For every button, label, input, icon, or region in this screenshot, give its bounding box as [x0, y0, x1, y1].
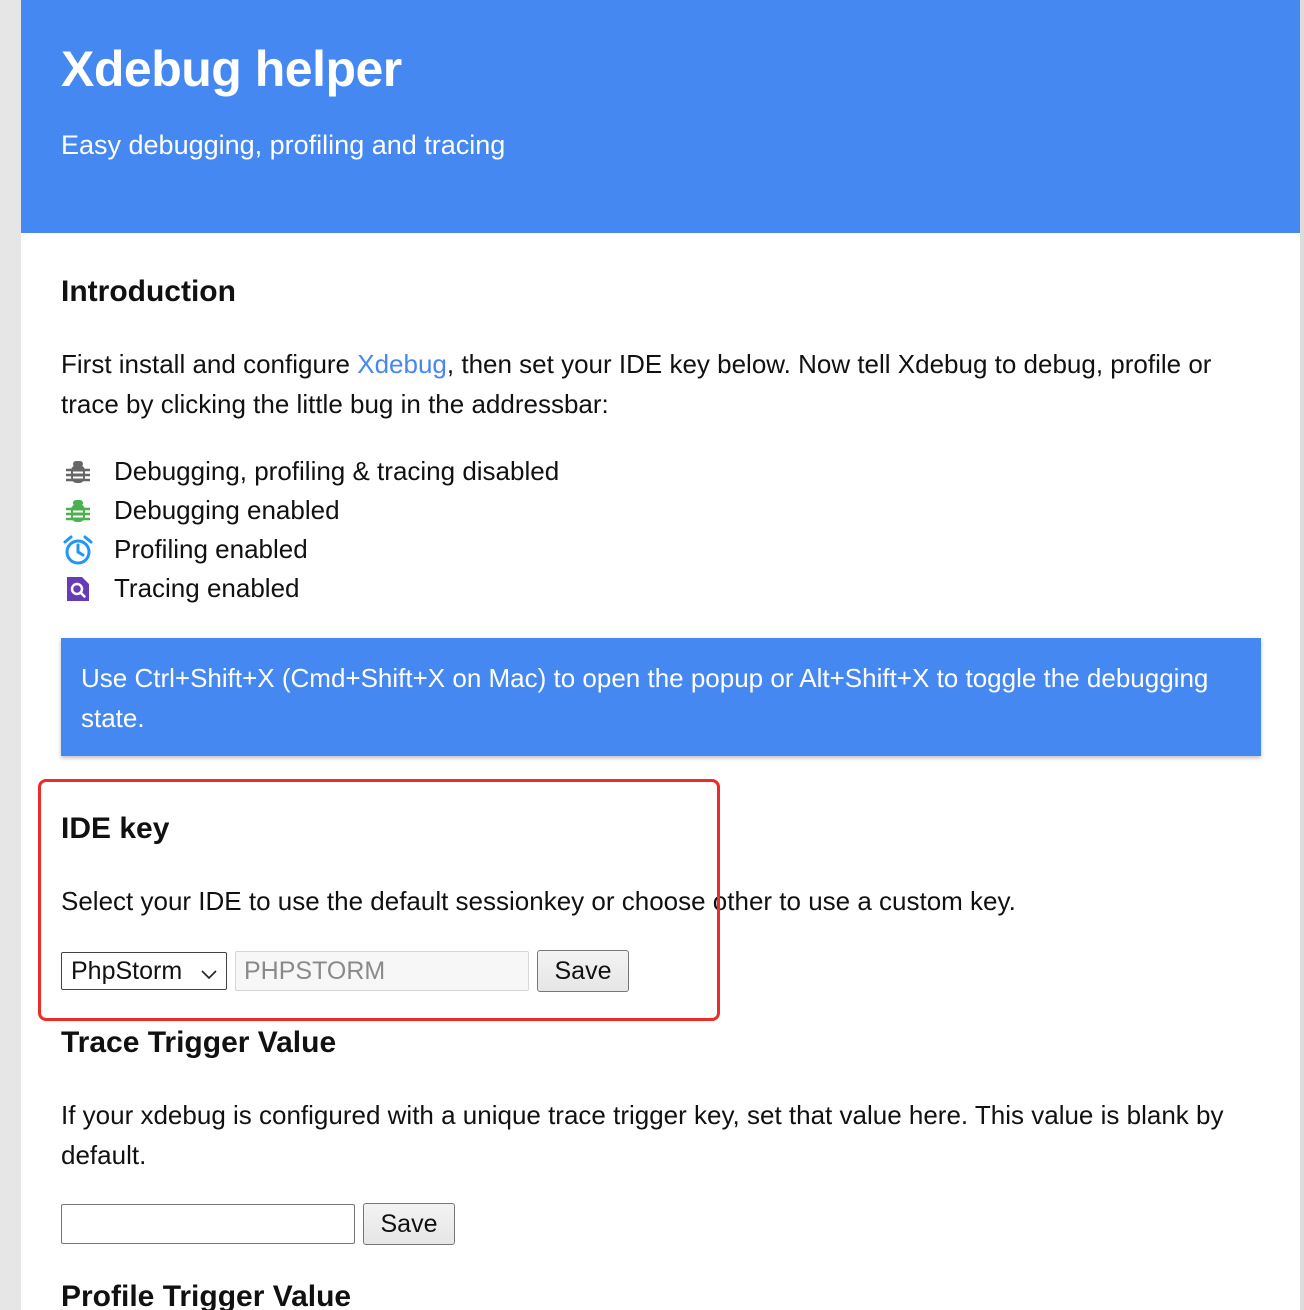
ide-select-value: PhpStorm: [71, 956, 183, 985]
status-label-tracing: Tracing enabled: [114, 573, 300, 603]
list-item: Tracing enabled: [61, 569, 559, 608]
chevron-down-icon: [200, 961, 218, 990]
trace-trigger-description: If your xdebug is configured with a uniq…: [61, 1100, 1224, 1170]
trace-search-icon: [61, 572, 95, 606]
ide-select[interactable]: PhpStorm: [61, 952, 227, 990]
status-legend: Debugging, profiling & tracing disabled …: [61, 452, 559, 608]
introduction-heading: Introduction: [61, 275, 236, 308]
list-item: Profiling enabled: [61, 530, 559, 569]
introduction-text: First install and configure Xdebug, then…: [61, 344, 1261, 424]
ide-key-input[interactable]: PHPSTORM: [235, 951, 529, 991]
trace-trigger-controls: Save: [61, 1203, 455, 1245]
status-label-disabled: Debugging, profiling & tracing disabled: [114, 456, 560, 486]
shortcut-notice: Use Ctrl+Shift+X (Cmd+Shift+X on Mac) to…: [61, 638, 1261, 756]
trace-trigger-save-button[interactable]: Save: [363, 1203, 455, 1245]
status-label-profiling: Profiling enabled: [114, 534, 308, 564]
list-item: Debugging, profiling & tracing disabled: [61, 452, 559, 491]
ide-key-heading: IDE key: [61, 812, 170, 845]
intro-text-start: First install and configure: [61, 349, 358, 379]
alarm-clock-icon: [61, 533, 95, 567]
xdebug-link[interactable]: Xdebug: [357, 349, 447, 379]
ide-key-save-button[interactable]: Save: [537, 950, 629, 992]
ide-key-description: Select your IDE to use the default sessi…: [61, 886, 1016, 916]
ide-key-controls: PhpStorm PHPSTORM Save: [61, 950, 629, 992]
trace-trigger-input[interactable]: [61, 1204, 355, 1244]
shortcut-notice-text: Use Ctrl+Shift+X (Cmd+Shift+X on Mac) to…: [81, 663, 1209, 733]
window-edge: [1300, 0, 1304, 1310]
bug-green-icon: [61, 494, 95, 528]
page-header: Xdebug helper Easy debugging, profiling …: [21, 0, 1300, 233]
ide-key-input-value: PHPSTORM: [244, 956, 386, 985]
page-subtitle: Easy debugging, profiling and tracing: [61, 130, 506, 160]
trace-trigger-heading: Trace Trigger Value: [61, 1026, 337, 1059]
status-label-debugging: Debugging enabled: [114, 495, 340, 525]
bug-gray-icon: [61, 455, 95, 489]
profile-trigger-heading: Profile Trigger Value: [61, 1280, 352, 1310]
page-title: Xdebug helper: [61, 41, 402, 97]
list-item: Debugging enabled: [61, 491, 559, 530]
options-page: Xdebug helper Easy debugging, profiling …: [21, 0, 1300, 1310]
